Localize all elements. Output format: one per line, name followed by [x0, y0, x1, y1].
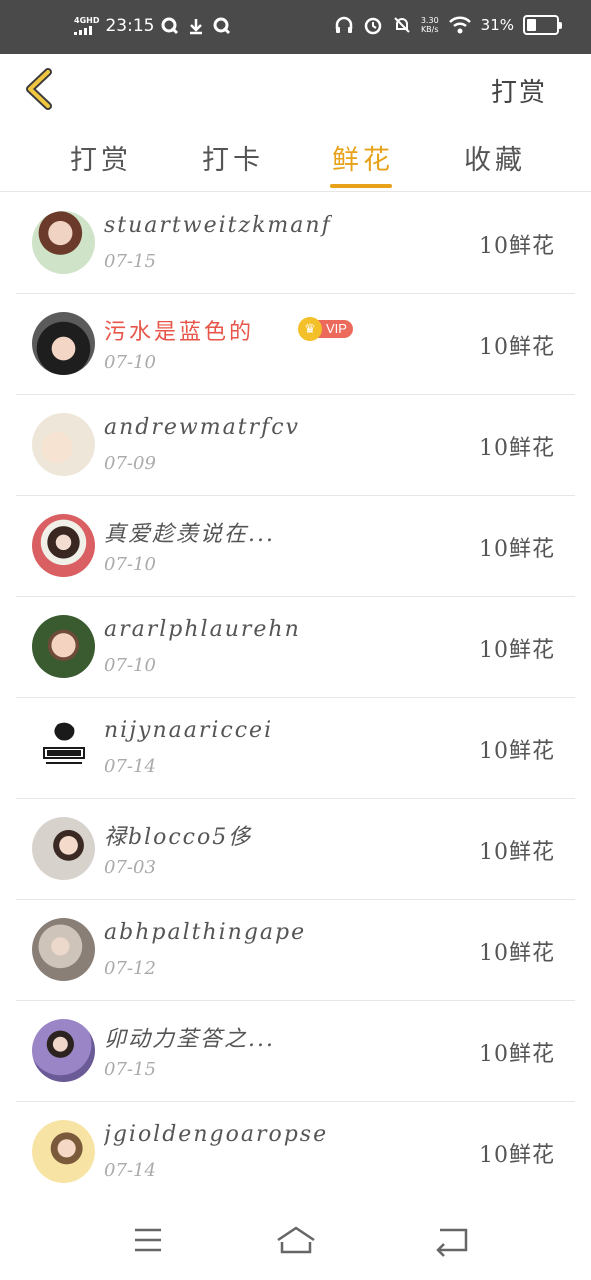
- status-right: 3.30 KB/s 31%: [334, 15, 562, 35]
- vip-badge: ♛ VIP: [298, 317, 353, 341]
- network-speed: 3.30 KB/s: [421, 16, 439, 34]
- date: 07-09: [104, 453, 156, 474]
- speed-unit: KB/s: [420, 25, 439, 34]
- q-app-icon: [161, 17, 179, 35]
- network-type: 4GHD: [74, 16, 100, 25]
- avatar[interactable]: [32, 514, 95, 577]
- avatar[interactable]: [32, 1120, 95, 1183]
- user-name[interactable]: andrewmatrfcv: [104, 415, 300, 440]
- header: 打赏: [0, 54, 591, 126]
- battery-percent: 31%: [480, 16, 514, 34]
- avatar[interactable]: [32, 1019, 95, 1082]
- flower-amount: 10鲜花: [479, 234, 555, 259]
- tab-bar: 打赏 打卡 鲜花 收藏: [0, 126, 591, 192]
- list-item[interactable]: jgioldengoaropse 07-14 10鲜花: [16, 1102, 575, 1203]
- list-item[interactable]: 真爱趁羡说在... 07-10 10鲜花: [16, 496, 575, 597]
- avatar[interactable]: [32, 211, 95, 274]
- date: 07-15: [104, 1059, 156, 1080]
- tab-favorites[interactable]: 收藏: [464, 138, 526, 177]
- user-name[interactable]: abhpalthingape: [104, 920, 306, 945]
- network-indicator: 4GHD: [74, 17, 99, 35]
- flower-amount: 10鲜花: [479, 840, 555, 865]
- menu-icon[interactable]: [128, 1222, 168, 1258]
- flower-list: stuartweitzkmanf 07-15 10鲜花 污水是蓝色的 ♛ VIP…: [0, 193, 591, 1203]
- tab-flowers[interactable]: 鲜花: [332, 138, 394, 177]
- flower-amount: 10鲜花: [479, 335, 555, 360]
- avatar[interactable]: [32, 312, 95, 375]
- home-icon[interactable]: [272, 1222, 320, 1258]
- flower-amount: 10鲜花: [479, 638, 555, 663]
- alarm-icon: [364, 17, 382, 35]
- status-left: 4GHD 23:15: [74, 16, 232, 36]
- date: 07-12: [104, 958, 156, 979]
- avatar[interactable]: [32, 413, 95, 476]
- user-name[interactable]: 污水是蓝色的: [104, 314, 254, 346]
- user-name[interactable]: 卯动力荃答之...: [104, 1021, 275, 1053]
- user-name[interactable]: stuartweitzkmanf: [104, 213, 332, 238]
- flower-amount: 10鲜花: [479, 436, 555, 461]
- active-tab-indicator: [330, 184, 392, 188]
- user-name[interactable]: ararlphlaurehn: [104, 617, 301, 642]
- list-item[interactable]: nijynaariccei 07-14 10鲜花: [16, 698, 575, 799]
- battery-icon: [523, 15, 562, 35]
- list-item[interactable]: 卯动力荃答之... 07-15 10鲜花: [16, 1001, 575, 1102]
- date: 07-10: [104, 352, 156, 373]
- list-item[interactable]: abhpalthingape 07-12 10鲜花: [16, 900, 575, 1001]
- list-item[interactable]: stuartweitzkmanf 07-15 10鲜花: [16, 193, 575, 294]
- crown-icon: ♛: [298, 317, 322, 341]
- list-item[interactable]: 禄blocco5侈 07-03 10鲜花: [16, 799, 575, 900]
- flower-amount: 10鲜花: [479, 537, 555, 562]
- speed-value: 3.30: [420, 16, 439, 25]
- tab-reward[interactable]: 打赏: [70, 138, 132, 177]
- back-icon[interactable]: [432, 1222, 472, 1258]
- reward-button[interactable]: 打赏: [491, 72, 547, 109]
- chevron-left-icon[interactable]: [18, 66, 62, 112]
- date: 07-03: [104, 857, 156, 878]
- q-app-icon-2: [213, 17, 231, 35]
- user-name[interactable]: jgioldengoaropse: [104, 1122, 328, 1147]
- user-name[interactable]: 禄blocco5侈: [104, 819, 252, 851]
- status-bar: 4GHD 23:15 3.30 KB/s 31%: [0, 0, 591, 54]
- date: 07-15: [104, 251, 156, 272]
- mute-bell-icon: [394, 17, 410, 33]
- list-item[interactable]: andrewmatrfcv 07-09 10鲜花: [16, 395, 575, 496]
- user-name[interactable]: 真爱趁羡说在...: [104, 516, 275, 548]
- tab-checkin[interactable]: 打卡: [202, 138, 264, 177]
- wifi-icon: [448, 16, 471, 34]
- flower-amount: 10鲜花: [479, 1143, 555, 1168]
- flower-amount: 10鲜花: [479, 739, 555, 764]
- avatar[interactable]: [32, 817, 95, 880]
- date: 07-10: [104, 655, 156, 676]
- list-item[interactable]: 污水是蓝色的 ♛ VIP 07-10 10鲜花: [16, 294, 575, 395]
- clock: 23:15: [105, 16, 155, 36]
- list-item[interactable]: ararlphlaurehn 07-10 10鲜花: [16, 597, 575, 698]
- flower-amount: 10鲜花: [479, 941, 555, 966]
- avatar[interactable]: [32, 615, 95, 678]
- flower-amount: 10鲜花: [479, 1042, 555, 1067]
- signal-icon: [74, 25, 92, 35]
- date: 07-14: [104, 756, 156, 777]
- date: 07-10: [104, 554, 156, 575]
- headphones-icon: [335, 16, 353, 33]
- user-name[interactable]: nijynaariccei: [104, 718, 273, 743]
- download-icon: [190, 19, 203, 35]
- avatar[interactable]: [32, 918, 95, 981]
- system-nav-bar: [0, 1200, 591, 1280]
- date: 07-14: [104, 1160, 156, 1181]
- avatar[interactable]: [32, 716, 95, 779]
